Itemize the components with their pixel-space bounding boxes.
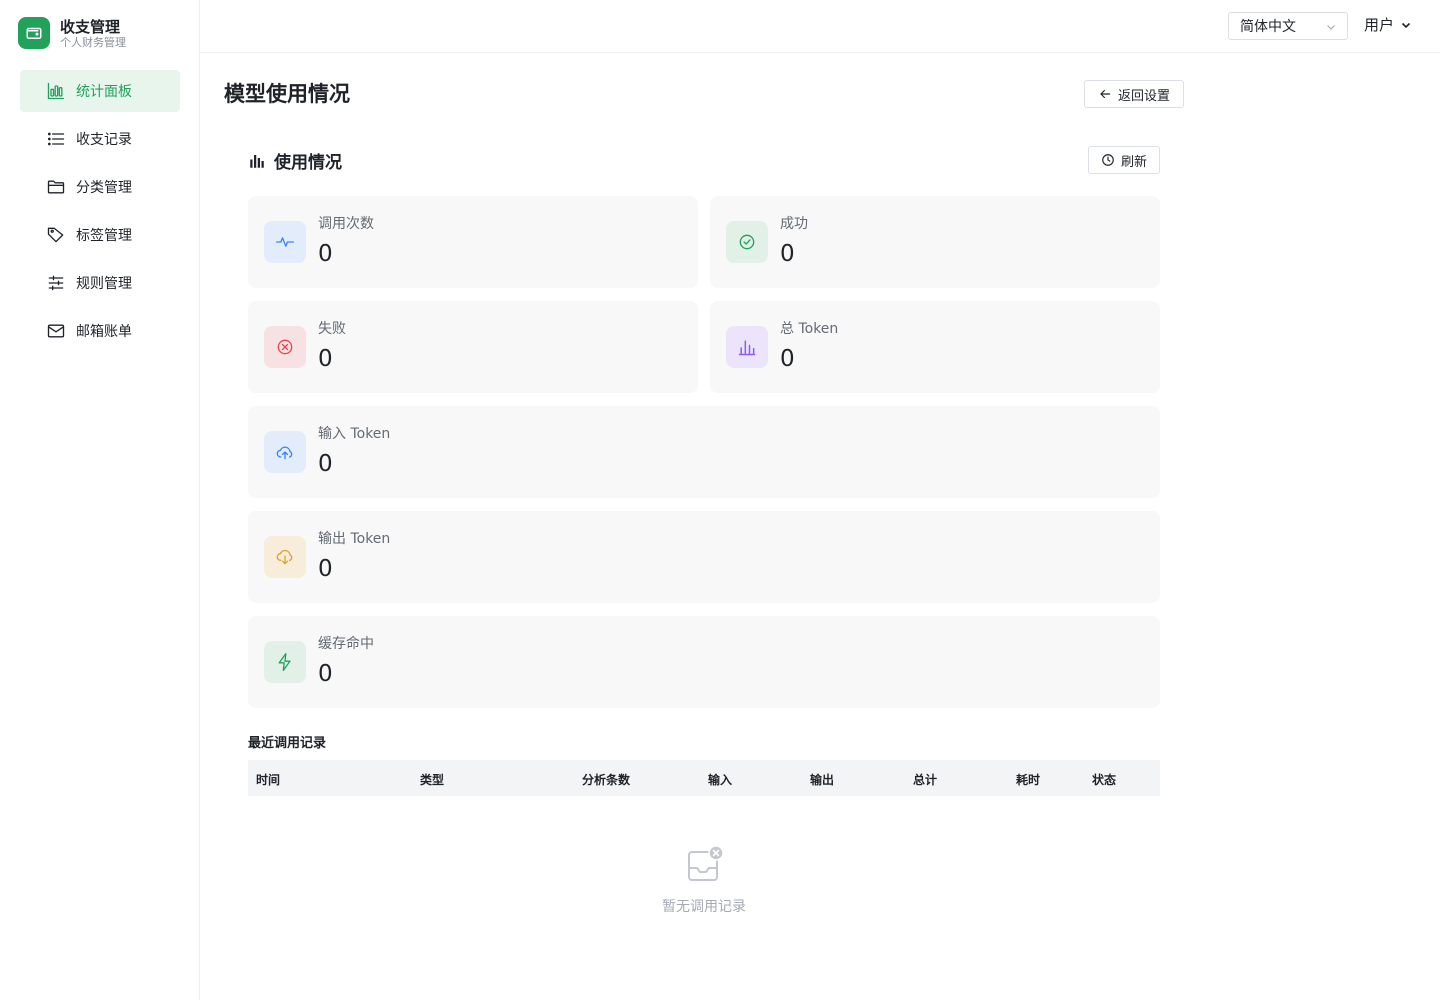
sidebar-item-label: 规则管理 (76, 276, 132, 292)
user-menu[interactable]: 用户 (1364, 14, 1412, 35)
empty-inbox-icon (688, 845, 724, 881)
page-title: 模型使用情况 (224, 82, 350, 106)
back-to-settings-button[interactable]: 返回设置 (1084, 80, 1184, 108)
stat-label: 输入 Token (318, 426, 391, 442)
chevron-down-icon (1327, 25, 1335, 30)
cloud-upload-icon (264, 431, 306, 473)
sidebar-item-label: 邮箱账单 (76, 324, 132, 340)
chevron-down-icon (1401, 22, 1411, 28)
user-menu-label: 用户 (1364, 16, 1395, 34)
list-icon (48, 132, 65, 146)
stat-label: 总 Token (780, 321, 839, 337)
stat-card-cache-hit: 缓存命中 0 (248, 616, 1160, 708)
language-select[interactable]: 简体中文 (1228, 12, 1348, 40)
stat-value: 0 (780, 346, 795, 372)
column-header-time[interactable]: 时间 (256, 771, 280, 788)
column-header-count[interactable]: 分析条数 (582, 771, 630, 788)
sidebar-item-label: 标签管理 (76, 228, 132, 244)
sidebar-item-tags[interactable]: 标签管理 (20, 214, 180, 256)
stat-value: 0 (318, 661, 333, 687)
mail-icon (47, 324, 65, 338)
stat-card-success: 成功 0 (710, 196, 1160, 288)
sidebar-item-records[interactable]: 收支记录 (20, 118, 180, 160)
table-header: 时间 类型 分析条数 输入 输出 总计 耗时 状态 (248, 760, 1160, 796)
activity-icon (264, 221, 306, 263)
cloud-download-icon (264, 536, 306, 578)
stat-label: 失败 (318, 321, 346, 337)
stat-card-calls: 调用次数 0 (248, 196, 698, 288)
sidebar: 收支管理 个人财务管理 统计面板 收支记录 分类管理 标签管理 规则管理 邮箱账… (0, 0, 200, 1000)
usage-title: 使用情况 (274, 153, 342, 173)
folder-icon (47, 180, 65, 194)
column-header-type[interactable]: 类型 (420, 771, 444, 788)
top-bar: 简体中文 用户 (200, 0, 1440, 53)
sidebar-item-label: 收支记录 (76, 132, 132, 148)
bar-chart-icon (47, 82, 65, 100)
column-header-total[interactable]: 总计 (913, 771, 937, 788)
back-button-label: 返回设置 (1117, 88, 1170, 104)
refresh-button[interactable]: 刷新 (1088, 146, 1160, 174)
sidebar-item-label: 统计面板 (76, 84, 132, 100)
brand-subtitle: 个人财务管理 (60, 35, 126, 49)
stat-card-output-token: 输出 Token 0 (248, 511, 1160, 603)
empty-state-text: 暂无调用记录 (662, 899, 746, 915)
sidebar-item-email-bills[interactable]: 邮箱账单 (20, 310, 180, 352)
lightning-icon (264, 641, 306, 683)
sidebar-item-categories[interactable]: 分类管理 (20, 166, 180, 208)
column-header-duration[interactable]: 耗时 (1016, 771, 1040, 788)
column-header-status[interactable]: 状态 (1092, 771, 1116, 788)
tag-icon (47, 227, 64, 243)
stat-card-input-token: 输入 Token 0 (248, 406, 1160, 498)
wallet-icon (18, 17, 50, 49)
stat-card-total-token: 总 Token 0 (710, 301, 1160, 393)
arrow-left-icon (1100, 89, 1111, 99)
stat-value: 0 (318, 346, 333, 372)
refresh-label: 刷新 (1120, 154, 1147, 170)
sidebar-item-rules[interactable]: 规则管理 (20, 262, 180, 304)
x-circle-icon (264, 326, 306, 368)
column-header-output[interactable]: 输出 (810, 771, 834, 788)
stat-value: 0 (318, 556, 333, 582)
sidebar-item-label: 分类管理 (76, 180, 132, 196)
brand-title: 收支管理 (60, 17, 121, 36)
column-header-input[interactable]: 输入 (708, 771, 732, 788)
sliders-icon (48, 275, 64, 291)
language-select-value: 简体中文 (1240, 19, 1296, 35)
stat-label: 成功 (780, 216, 808, 232)
empty-state: 暂无调用记录 (640, 844, 768, 916)
stat-label: 输出 Token (318, 531, 391, 547)
recent-calls-title: 最近调用记录 (248, 736, 327, 751)
stat-card-failed: 失败 0 (248, 301, 698, 393)
clock-icon (1102, 154, 1114, 166)
stat-value: 0 (780, 241, 795, 267)
sidebar-nav: 统计面板 收支记录 分类管理 标签管理 规则管理 邮箱账单 (20, 70, 180, 358)
check-circle-icon (726, 221, 768, 263)
stat-value: 0 (318, 451, 333, 477)
stat-label: 调用次数 (318, 216, 374, 232)
bar-chart-icon (726, 326, 768, 368)
usage-section-title: 使用情况 (248, 148, 342, 173)
sidebar-item-dashboard[interactable]: 统计面板 (20, 70, 180, 112)
stat-value: 0 (318, 241, 333, 267)
brand[interactable]: 收支管理 个人财务管理 (18, 16, 126, 50)
bar-chart-icon (250, 154, 264, 168)
stat-label: 缓存命中 (318, 636, 374, 652)
